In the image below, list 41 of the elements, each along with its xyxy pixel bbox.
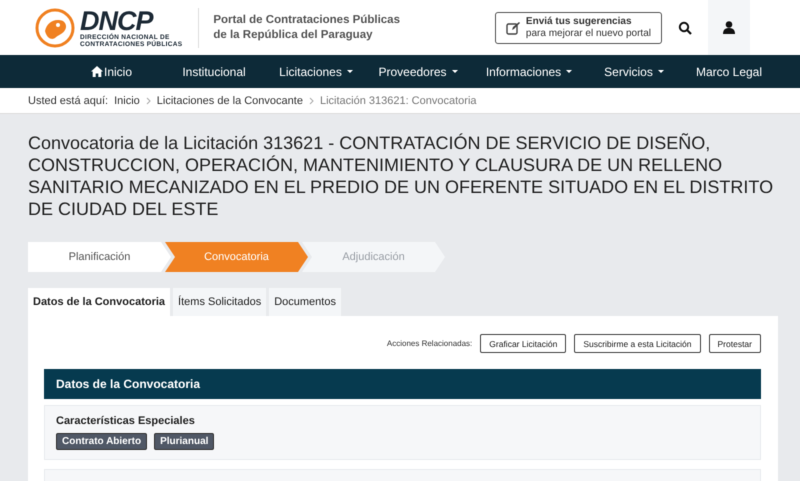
caret-icon bbox=[346, 70, 353, 73]
nav-link[interactable]: Informaciones bbox=[469, 64, 589, 78]
breadcrumb-link[interactable]: Licitaciones de la Convocante bbox=[156, 94, 303, 106]
tab[interactable]: Datos de la Convocatoria bbox=[28, 288, 170, 316]
user-menu-button[interactable] bbox=[708, 0, 750, 55]
card-heading: Características Especiales bbox=[56, 415, 196, 427]
portal-title: Portal de Contrataciones Públicas bbox=[213, 12, 401, 28]
nav-link[interactable]: Proveedores bbox=[367, 64, 469, 78]
actions-label: Acciones Relacionadas: bbox=[386, 339, 472, 348]
tag-label: Contrato Abierto bbox=[56, 433, 148, 450]
logo-wordmark: DNCP bbox=[80, 8, 154, 34]
nav-link[interactable]: Servicios bbox=[589, 64, 679, 78]
action-button[interactable]: Protestar bbox=[708, 334, 761, 353]
section-header: Datos de la Convocatoria bbox=[44, 369, 761, 399]
portal-title: de la República del Paraguay bbox=[213, 28, 374, 42]
caret-icon bbox=[452, 70, 458, 73]
caret-icon bbox=[566, 70, 572, 73]
home-icon bbox=[90, 66, 103, 77]
action-button[interactable]: Graficar Licitación bbox=[480, 334, 566, 353]
process-step: Adjudicación bbox=[302, 242, 445, 272]
nav-link[interactable]: Inicio bbox=[60, 64, 163, 78]
process-step: Convocatoria bbox=[165, 242, 308, 272]
feedback-button[interactable]: Enviá tus sugerencias para mejorar el nuevo portal bbox=[494, 12, 662, 44]
page-title: Convocatoria de la Licitación 313621 - CONTRATACIÓN DE SERVICIO DE DISEÑO, CONSTRUCCION, OPERACIÓN, MANTENIMIENTO Y CLAUSURA DE UN RELLENO SANITARIO MECANIZADO EN EL PREDIO DE UN OFERENTE SITUADO EN EL DISTRITO DE CIUDAD DEL ESTE bbox=[28, 132, 774, 220]
chevron-icon bbox=[308, 96, 314, 104]
tab[interactable]: Documentos bbox=[269, 288, 341, 316]
breadcrumb-link[interactable]: Inicio bbox=[114, 94, 140, 106]
user-icon bbox=[723, 21, 735, 34]
action-button[interactable]: Suscribirme a esta Licitación bbox=[574, 334, 700, 353]
caret-icon bbox=[658, 70, 664, 73]
nav-link[interactable]: Institucional bbox=[163, 64, 265, 78]
breadcrumb-current: Licitación 313621: Convocatoria bbox=[320, 94, 476, 106]
edit-icon bbox=[506, 20, 520, 34]
tab[interactable]: Ítems Solicitados bbox=[173, 288, 266, 316]
process-step: Planificación bbox=[28, 242, 171, 272]
breadcrumb-label: Usted está aquí: bbox=[28, 94, 108, 106]
nav-link[interactable]: Marco Legal bbox=[679, 64, 779, 78]
search-icon[interactable] bbox=[678, 20, 692, 34]
tag-label: Plurianual bbox=[154, 433, 214, 450]
nav-link[interactable]: Licitaciones bbox=[265, 64, 367, 78]
chevron-icon bbox=[146, 96, 151, 104]
